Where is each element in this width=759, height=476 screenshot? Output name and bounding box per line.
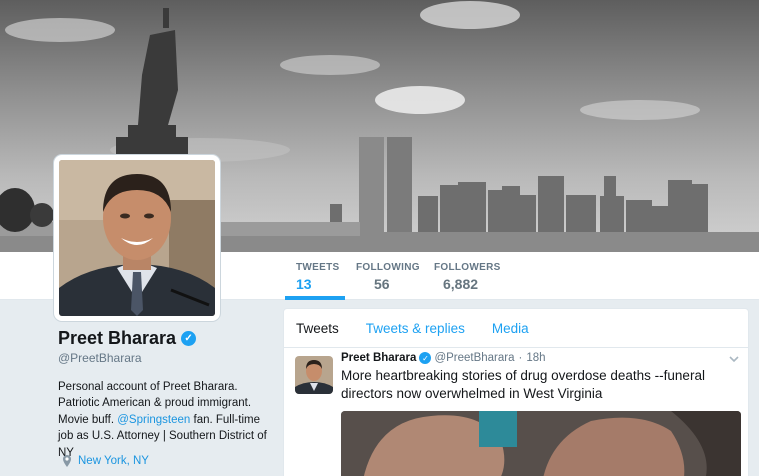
tab-tweets-and-replies[interactable]: Tweets & replies bbox=[366, 321, 465, 336]
tweet-header: Preet Bharara ✓ @PreetBharara · 18h bbox=[341, 352, 546, 364]
tweet-avatar[interactable] bbox=[295, 356, 333, 394]
tweet-author-handle[interactable]: @PreetBharara bbox=[434, 352, 514, 364]
timeline-tabs: Tweets Tweets & replies Media bbox=[284, 309, 748, 348]
chevron-down-icon[interactable] bbox=[728, 353, 740, 365]
bio-mention-link[interactable]: @Springsteen bbox=[117, 414, 190, 426]
tweet-timestamp[interactable]: 18h bbox=[526, 352, 545, 364]
tweet-text: More heartbreaking stories of drug overd… bbox=[341, 368, 705, 401]
profile-avatar[interactable] bbox=[54, 155, 220, 321]
location-pin-icon bbox=[63, 455, 71, 467]
tweet-media-image[interactable] bbox=[341, 411, 741, 476]
profile-handle[interactable]: @PreetBharara bbox=[58, 351, 278, 365]
tab-media[interactable]: Media bbox=[492, 321, 529, 336]
profile-name[interactable]: Preet Bharara bbox=[58, 328, 176, 349]
profile-name-row: Preet Bharara ✓ bbox=[58, 328, 278, 349]
stat-following[interactable]: FOLLOWING 56 bbox=[356, 262, 420, 292]
stat-value: 6,882 bbox=[443, 276, 479, 292]
tab-tweets[interactable]: Tweets bbox=[296, 321, 339, 336]
stat-value: 56 bbox=[374, 276, 390, 292]
verified-badge-icon: ✓ bbox=[181, 331, 197, 346]
profile-card: Preet Bharara ✓ @PreetBharara Personal a… bbox=[58, 328, 278, 467]
separator-dot: · bbox=[518, 352, 523, 364]
stat-followers[interactable]: FOLLOWERS 6,882 bbox=[434, 262, 501, 292]
stat-label: TWEETS bbox=[296, 262, 340, 273]
stat-tweets[interactable]: TWEETS 13 bbox=[285, 262, 345, 300]
tweet-author-name[interactable]: Preet Bharara bbox=[341, 352, 416, 364]
stat-value: 13 bbox=[296, 276, 312, 292]
stat-label: FOLLOWERS bbox=[434, 262, 501, 273]
timeline-panel: Tweets Tweets & replies Media Preet Bhar… bbox=[283, 308, 749, 476]
active-tab-indicator bbox=[285, 296, 345, 300]
profile-bio: Personal account of Preet Bharara. Patri… bbox=[58, 379, 278, 461]
location-link[interactable]: New York, NY bbox=[78, 455, 149, 467]
tweet-item[interactable]: Preet Bharara ✓ @PreetBharara · 18h More… bbox=[284, 349, 748, 476]
verified-badge-icon: ✓ bbox=[419, 352, 432, 364]
profile-location: New York, NY bbox=[58, 454, 149, 468]
stat-label: FOLLOWING bbox=[356, 262, 420, 273]
